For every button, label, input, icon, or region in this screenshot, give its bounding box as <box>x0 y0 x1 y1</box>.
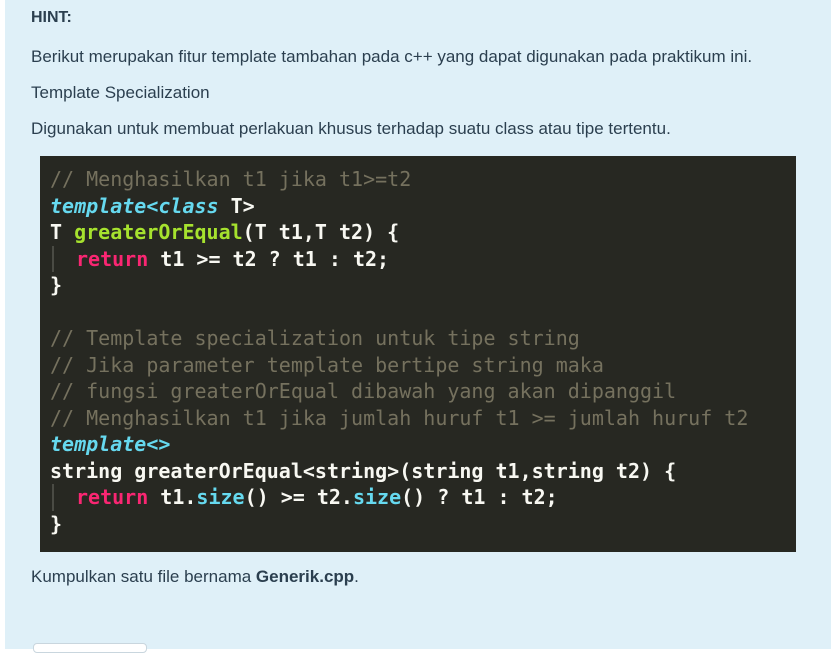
hint-panel: HINT: Berikut merupakan fitur template t… <box>5 0 831 653</box>
code-line-8: // Jika parameter template bertipe strin… <box>50 352 796 379</box>
code-comment: // Menghasilkan t1 jika t1>=t2 <box>50 167 412 191</box>
specialization-description: Digunakan untuk membuat perlakuan khusus… <box>31 119 671 138</box>
code-line-2: template<class T> <box>50 193 796 220</box>
code-line-12: string greaterOrEqual<string>(string t1,… <box>50 458 796 485</box>
code-text: () ? t1 : t2; <box>401 485 558 509</box>
code-comment: // fungsi greaterOrEqual dibawah yang ak… <box>50 379 677 403</box>
indent-guide <box>52 484 54 511</box>
code-line-1: // Menghasilkan t1 jika t1>=t2 <box>50 166 796 193</box>
code-comment: // Menghasilkan t1 jika jumlah huruf t1 … <box>50 405 749 430</box>
code-text: string greaterOrEqual<string>(string t1,… <box>50 458 677 483</box>
code-line-9: // fungsi greaterOrEqual dibawah yang ak… <box>50 378 796 405</box>
code-text: t1 >= t2 ? t1 : t2; <box>148 246 390 271</box>
code-text: (T t1,T t2) { <box>242 220 400 244</box>
code-comment: // Jika parameter template bertipe strin… <box>50 352 604 377</box>
code-text: T> <box>218 193 255 218</box>
code-angle: <> <box>146 432 171 456</box>
instruction-period: . <box>354 567 359 586</box>
code-line-3: T greaterOrEqual(T t1,T t2) { <box>50 219 796 246</box>
hint-intro-paragraph: Berikut merupakan fitur template tambaha… <box>31 47 753 66</box>
code-line-14: } <box>50 511 796 538</box>
code-text: } <box>50 273 63 297</box>
code-text: () >= t2. <box>244 485 353 509</box>
instruction-text: Kumpulkan satu file bernama <box>31 567 256 586</box>
indent-guide <box>52 245 54 272</box>
code-function-name: greaterOrEqual <box>74 220 243 244</box>
code-keyword-return: return <box>76 246 149 271</box>
code-keyword-class: class <box>158 193 219 218</box>
code-text: } <box>50 511 63 536</box>
code-keyword-template: template <box>50 193 147 218</box>
code-method-size: size <box>352 485 402 509</box>
code-text: T <box>50 220 75 244</box>
code-block: // Menghasilkan t1 jika t1>=t2 template<c… <box>40 156 796 552</box>
code-comment: // Template specialization untuk tipe st… <box>50 326 580 350</box>
code-line-5: } <box>50 272 796 299</box>
file-name: Generik.cpp <box>255 567 355 586</box>
hint-title: HINT: <box>31 9 72 26</box>
code-method-size: size <box>196 485 245 509</box>
code-line-13: return t1.size() >= t2.size() ? t1 : t2; <box>50 484 796 511</box>
code-line-11: template<> <box>50 431 796 458</box>
partial-button[interactable] <box>33 643 147 653</box>
code-keyword-return: return <box>76 485 149 509</box>
code-text: t1. <box>148 485 197 509</box>
submission-instruction: Kumpulkan satu file bernama Generik.cpp. <box>31 564 831 590</box>
code-line-10: // Menghasilkan t1 jika jumlah huruf t1 … <box>50 405 796 432</box>
code-line-7: // Template specialization untuk tipe st… <box>50 325 796 352</box>
template-specialization-heading: Template Specialization <box>31 83 210 102</box>
code-keyword-template: template <box>50 432 147 456</box>
code-line-4: return t1 >= t2 ? t1 : t2; <box>50 245 796 272</box>
code-angle: < <box>146 193 159 218</box>
